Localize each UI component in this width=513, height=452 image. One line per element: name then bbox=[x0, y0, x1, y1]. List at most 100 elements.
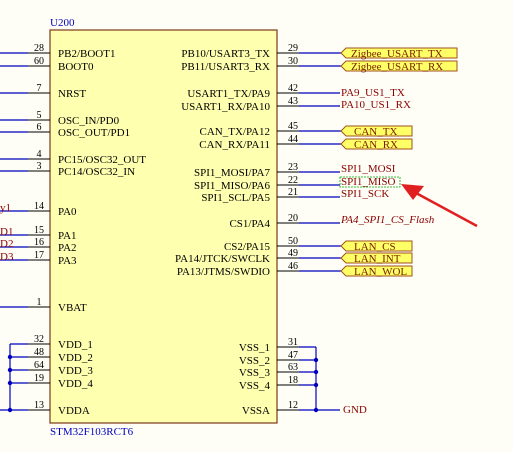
pin-name: USART1_RX/PA10 bbox=[181, 101, 270, 113]
pin-name: PA1 bbox=[58, 230, 77, 242]
pin-name: PC15/OSC32_OUT bbox=[58, 154, 146, 166]
pin-number: 7 bbox=[37, 83, 42, 94]
schematic-canvas[interactable]: U200 STM32F103RCT6 28 PB2/BOOT1 60 BOOT0 7 NR… bbox=[0, 0, 513, 447]
pin-name: VDDA bbox=[58, 405, 90, 417]
port-lan-int-label: LAN_INT bbox=[354, 253, 401, 265]
pin-number: 44 bbox=[288, 134, 298, 145]
pin-number: 21 bbox=[288, 187, 298, 198]
junction-dot bbox=[313, 382, 319, 388]
pin-number: 20 bbox=[288, 213, 298, 224]
pin-number: 1 bbox=[37, 297, 42, 308]
pin-name: VSS_2 bbox=[239, 355, 270, 367]
pin-name: OSC_IN/PD0 bbox=[58, 115, 120, 127]
net-label-mosi[interactable]: SPI1_MOSI bbox=[341, 163, 396, 175]
pin-number: 22 bbox=[288, 175, 298, 186]
pin-number: 50 bbox=[288, 236, 298, 247]
pin-name: PB2/BOOT1 bbox=[58, 48, 115, 60]
net-label-pa9[interactable]: PA9_US1_TX bbox=[341, 87, 405, 99]
pin-number: 18 bbox=[288, 375, 298, 386]
pin-number: 6 bbox=[37, 122, 42, 133]
pin-number: 42 bbox=[288, 83, 298, 94]
pin-name: VDD_2 bbox=[58, 352, 93, 364]
pin-number: 28 bbox=[34, 43, 44, 54]
port-lan-cs-label: LAN_CS bbox=[354, 241, 396, 253]
port-can-tx[interactable]: CAN_TX bbox=[340, 125, 413, 138]
pin-number: 16 bbox=[34, 237, 44, 248]
pin-name: VBAT bbox=[58, 302, 87, 314]
port-can-rx-label: CAN_RX bbox=[354, 139, 398, 151]
net-label-left-pa1[interactable]: D1 bbox=[0, 226, 13, 238]
port-zigbee-tx[interactable]: Zigbee_USART_TX bbox=[340, 47, 458, 60]
port-zigbee-rx-label: Zigbee_USART_RX bbox=[351, 61, 443, 73]
pin-name: PB10/USART3_TX bbox=[181, 48, 270, 60]
pin-number: 3 bbox=[37, 161, 42, 172]
pin-number: 19 bbox=[34, 373, 44, 384]
pin-name: PA0 bbox=[58, 206, 77, 218]
pin-name: PA14/JTCK/SWCLK bbox=[175, 253, 270, 265]
vss-rail bbox=[299, 346, 340, 413]
pin-name: PA13/JTMS/SWDIO bbox=[177, 266, 270, 278]
pin-number: 23 bbox=[288, 162, 298, 173]
pin-name: VDD_3 bbox=[58, 365, 93, 377]
pin-name: PB11/USART3_RX bbox=[181, 61, 270, 73]
pin-number: 15 bbox=[34, 225, 44, 236]
designator-label: U200 bbox=[50, 17, 75, 29]
junction-dot bbox=[7, 354, 13, 360]
net-label-cs-flash[interactable]: PA4_SPI1_CS_Flash bbox=[340, 214, 435, 226]
pin-name: VDD_4 bbox=[58, 378, 93, 390]
port-lan-wol[interactable]: LAN_WOL bbox=[340, 265, 413, 278]
pin-name: VDD_1 bbox=[58, 339, 93, 351]
pin-number: 31 bbox=[288, 337, 298, 348]
junction-dot bbox=[7, 367, 13, 373]
pin-number: 17 bbox=[34, 250, 44, 261]
pin-number: 32 bbox=[34, 334, 44, 345]
port-lan-int[interactable]: LAN_INT bbox=[340, 252, 413, 265]
pin-name: VSS_1 bbox=[239, 342, 270, 354]
junction-dot bbox=[313, 407, 319, 413]
pin-name: USART1_TX/PA9 bbox=[187, 88, 270, 100]
pin-number: 60 bbox=[34, 56, 44, 67]
pin-name: SPI1_MISO/PA6 bbox=[194, 180, 271, 192]
pin-name: CAN_TX/PA12 bbox=[200, 126, 271, 138]
schematic-view[interactable]: U200 STM32F103RCT6 28 PB2/BOOT1 60 BOOT0 7 NR… bbox=[0, 0, 513, 447]
pin-name: PA2 bbox=[58, 242, 77, 254]
vdd-rail bbox=[0, 343, 28, 413]
pin-name: SPI1_MOSI/PA7 bbox=[194, 167, 271, 179]
part-number-label: STM32F103RCT6 bbox=[50, 426, 134, 438]
pin-number: 5 bbox=[37, 110, 42, 121]
pin-name: VSSA bbox=[242, 405, 270, 417]
net-label-left-pa0[interactable]: y1 bbox=[0, 202, 11, 214]
pin-name: NRST bbox=[58, 88, 86, 100]
port-can-rx[interactable]: CAN_RX bbox=[340, 138, 413, 151]
pin-number: 14 bbox=[34, 201, 44, 212]
pin-number: 49 bbox=[288, 248, 298, 259]
pin-number: 46 bbox=[288, 261, 298, 272]
net-label-miso[interactable]: SPI1_MISO bbox=[341, 176, 395, 188]
net-label-sck[interactable]: SPI1_SCK bbox=[341, 188, 389, 200]
pin-number: 13 bbox=[34, 400, 44, 411]
pin-number: 64 bbox=[34, 360, 44, 371]
pin-number: 48 bbox=[34, 347, 44, 358]
port-lan-wol-label: LAN_WOL bbox=[354, 266, 407, 278]
pin-name: CS1/PA4 bbox=[229, 218, 270, 230]
pin-number: 45 bbox=[288, 121, 298, 132]
pin-number: 30 bbox=[288, 56, 298, 67]
net-label-pa10[interactable]: PA10_US1_RX bbox=[341, 99, 411, 111]
pin-number: 29 bbox=[288, 43, 298, 54]
pin-number: 63 bbox=[288, 362, 298, 373]
pin-name: PC14/OSC32_IN bbox=[58, 166, 135, 178]
pin-number: 47 bbox=[288, 350, 298, 361]
junction-dot bbox=[7, 407, 13, 413]
pin-number: 12 bbox=[288, 400, 298, 411]
pin-number: 43 bbox=[288, 96, 298, 107]
net-label-left-pa3[interactable]: D3 bbox=[0, 251, 14, 263]
port-zigbee-rx[interactable]: Zigbee_USART_RX bbox=[340, 60, 458, 73]
junction-dot bbox=[313, 369, 319, 375]
pin-name: BOOT0 bbox=[58, 61, 94, 73]
pin-name: CS2/PA15 bbox=[224, 241, 271, 253]
net-label-left-pa2[interactable]: D2 bbox=[0, 238, 13, 250]
net-label-gnd[interactable]: GND bbox=[343, 404, 367, 416]
port-lan-cs[interactable]: LAN_CS bbox=[340, 240, 413, 253]
pin-number: 4 bbox=[37, 149, 42, 160]
pin-name: CAN_RX/PA11 bbox=[199, 139, 270, 151]
